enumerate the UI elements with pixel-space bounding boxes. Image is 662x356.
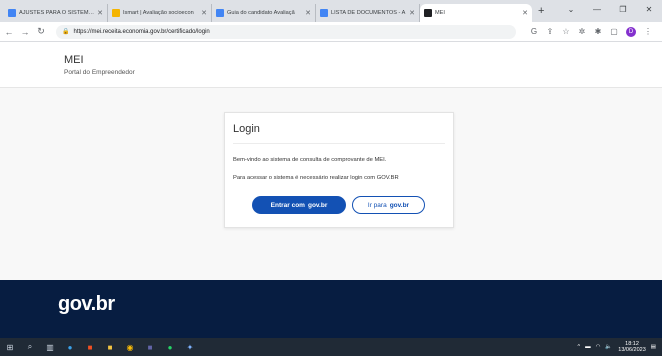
teams-icon[interactable]: ■: [140, 343, 160, 352]
back-arrow-icon[interactable]: ←: [2, 27, 16, 37]
bookmark-star-icon[interactable]: ☆: [558, 27, 574, 36]
tab-title: Guia do candidato Avaliaçã: [227, 10, 295, 16]
edge-icon[interactable]: ●: [60, 343, 80, 352]
site-subtitle: Portal do Empreendedor: [64, 69, 135, 76]
docs-favicon-icon: [216, 9, 224, 17]
window-controls: ⌄ — ❐ ✕: [558, 0, 662, 20]
extension-icon[interactable]: ✲: [574, 27, 590, 36]
clock[interactable]: 18:12 13/06/2023: [618, 341, 646, 353]
browser-tab-active[interactable]: MEI ✕: [420, 4, 532, 22]
mei-favicon-icon: [424, 9, 432, 17]
docs-favicon-icon: [320, 9, 328, 17]
browser-tools: G ⇪ ☆ ✲ ✱ ▢ D ⋮: [526, 26, 656, 37]
go-to-govbr-button[interactable]: Ir para gov.br: [352, 196, 425, 214]
forward-arrow-icon[interactable]: →: [18, 27, 32, 37]
volume-icon[interactable]: 🔈: [605, 344, 612, 350]
restore-icon[interactable]: ❐: [610, 0, 636, 20]
close-window-icon[interactable]: ✕: [636, 0, 662, 20]
close-tab-icon[interactable]: ✕: [305, 9, 311, 17]
login-button-brand: gov.br: [307, 201, 328, 209]
menu-kebab-icon[interactable]: ⋮: [640, 27, 656, 36]
puzzle-icon[interactable]: ✱: [590, 27, 606, 36]
address-bar[interactable]: 🔒 https://mei.receita.economia.gov.br/ce…: [56, 24, 516, 39]
login-button-prefix: Entrar com: [270, 201, 305, 209]
tab-search-icon[interactable]: ⌄: [558, 0, 584, 20]
windows-taskbar: ⊞ ⌕ ▥ ● ■ ■ ◉ ■ ● ✦ ^ ▬ ◠ 🔈 18:12 13/06/…: [0, 338, 662, 356]
wifi-icon[interactable]: ◠: [596, 344, 601, 350]
clock-date: 13/06/2023: [618, 347, 646, 353]
minimize-icon[interactable]: —: [584, 0, 610, 20]
card-divider: [233, 143, 445, 144]
browser-toolbar: ← → ↻ 🔒 https://mei.receita.economia.gov…: [0, 22, 662, 42]
network-icon[interactable]: ▬: [585, 344, 591, 350]
login-card: Login Bem-vindo ao sistema de consulta d…: [224, 112, 454, 228]
task-view-icon[interactable]: ▥: [40, 343, 60, 352]
search-icon[interactable]: ⌕: [20, 342, 40, 352]
close-tab-icon[interactable]: ✕: [201, 9, 207, 17]
welcome-text: Bem-vindo ao sistema de consulta de comp…: [233, 157, 387, 163]
browser-tab[interactable]: Ismart | Avaliação socioecon ✕: [108, 4, 212, 22]
close-tab-icon[interactable]: ✕: [409, 9, 415, 17]
tab-title: Ismart | Avaliação socioecon: [123, 10, 194, 16]
browser-tab[interactable]: LISTA DE DOCUMENTOS - A ✕: [316, 4, 420, 22]
file-explorer-icon[interactable]: ■: [100, 343, 120, 352]
notification-icon[interactable]: ▤: [651, 344, 656, 350]
sheets-favicon-icon: [8, 9, 16, 17]
instruction-text: Para acessar o sistema é necessário real…: [233, 175, 399, 181]
ismart-favicon-icon: [112, 9, 120, 17]
tab-title: LISTA DE DOCUMENTOS - A: [331, 10, 406, 16]
main-content: Login Bem-vindo ao sistema de consulta d…: [0, 88, 662, 280]
tab-title: MEI: [435, 10, 445, 16]
system-tray: ^ ▬ ◠ 🔈 18:12 13/06/2023 ▤: [573, 338, 657, 356]
login-title: Login: [233, 123, 260, 135]
google-icon[interactable]: G: [526, 27, 542, 36]
url-text[interactable]: https://mei.receita.economia.gov.br/cert…: [73, 29, 209, 35]
new-tab-button[interactable]: +: [538, 5, 544, 17]
tray-chevron-icon[interactable]: ^: [578, 344, 581, 350]
browser-tab[interactable]: AJUSTES PARA O SISTEMA D ✕: [4, 4, 108, 22]
chrome-icon[interactable]: ◉: [120, 343, 140, 352]
reload-icon[interactable]: ↻: [34, 26, 48, 37]
profile-avatar[interactable]: D: [626, 26, 636, 37]
side-panel-icon[interactable]: ▢: [606, 27, 622, 36]
windows-start-icon[interactable]: ⊞: [0, 343, 20, 352]
site-header: MEI Portal do Empreendedor: [0, 42, 662, 88]
store-icon[interactable]: ■: [80, 343, 100, 352]
close-tab-icon[interactable]: ✕: [522, 9, 528, 17]
site-footer: gov.br: [0, 280, 662, 338]
tab-title: AJUSTES PARA O SISTEMA D: [19, 10, 95, 16]
goto-button-prefix: Ir para: [367, 201, 387, 209]
lock-icon[interactable]: 🔒: [62, 28, 69, 35]
browser-tab-strip: AJUSTES PARA O SISTEMA D ✕ Ismart | Aval…: [0, 0, 662, 22]
site-title: MEI: [64, 54, 84, 66]
login-govbr-button[interactable]: Entrar com gov.br: [252, 196, 346, 214]
close-tab-icon[interactable]: ✕: [97, 9, 103, 17]
govbr-logo[interactable]: gov.br: [58, 293, 115, 316]
goto-button-brand: gov.br: [389, 201, 410, 209]
browser-tab[interactable]: Guia do candidato Avaliaçã ✕: [212, 4, 316, 22]
whatsapp-icon[interactable]: ●: [160, 343, 180, 352]
app-icon[interactable]: ✦: [180, 343, 200, 352]
share-icon[interactable]: ⇪: [542, 27, 558, 36]
